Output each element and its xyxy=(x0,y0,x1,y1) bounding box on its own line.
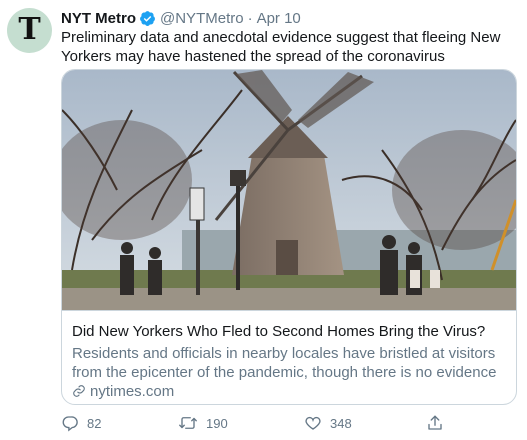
like-button[interactable]: 348 xyxy=(304,411,352,435)
card-divider xyxy=(62,310,516,311)
card-title[interactable]: Did New Yorkers Who Fled to Second Homes… xyxy=(72,322,512,341)
reply-count: 82 xyxy=(87,415,102,431)
author-handle[interactable]: @NYTMetro xyxy=(160,10,244,27)
tweet-text: Preliminary data and anecdotal evidence … xyxy=(61,29,501,65)
retweet-button[interactable]: 190 xyxy=(178,411,228,435)
card-domain-text: nytimes.com xyxy=(90,382,175,400)
share-icon xyxy=(428,415,442,430)
tweet[interactable]: T NYT Metro @NYTMetro · Apr 10 Prelimina… xyxy=(0,0,527,440)
like-count: 348 xyxy=(330,415,352,431)
avatar[interactable]: T xyxy=(7,8,52,53)
retweet-icon xyxy=(179,417,197,429)
link-card[interactable]: Did New Yorkers Who Fled to Second Homes… xyxy=(61,69,517,405)
retweet-count: 190 xyxy=(206,415,228,431)
tweet-actions: 82 190 348 xyxy=(61,411,481,435)
link-icon xyxy=(73,385,85,397)
author-name[interactable]: NYT Metro xyxy=(61,10,136,27)
separator-dot: · xyxy=(247,9,253,27)
windmill-photo xyxy=(62,70,516,310)
tweet-date[interactable]: Apr 10 xyxy=(257,10,301,27)
reply-button[interactable]: 82 xyxy=(61,411,101,435)
share-button[interactable] xyxy=(426,411,452,435)
heart-icon xyxy=(305,416,321,430)
reply-icon xyxy=(62,416,78,432)
tweet-header: NYT Metro @NYTMetro · Apr 10 xyxy=(61,8,301,28)
card-description: Residents and officials in nearby locale… xyxy=(72,345,497,381)
card-domain[interactable]: nytimes.com xyxy=(72,382,174,400)
nyt-logo-icon: T xyxy=(18,11,41,47)
verified-badge-icon xyxy=(140,10,155,26)
